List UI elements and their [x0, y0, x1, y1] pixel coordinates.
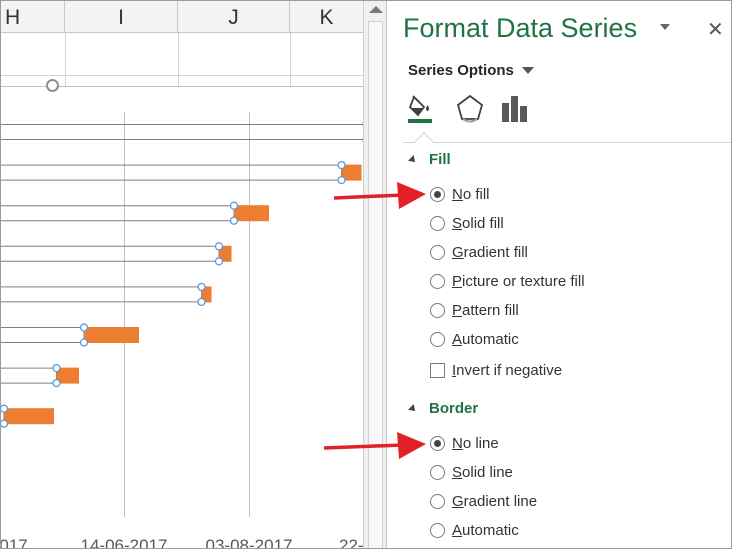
option-label: o line — [462, 435, 499, 452]
vertical-scrollbar[interactable] — [363, 1, 387, 548]
radio-button[interactable] — [430, 436, 445, 451]
chart-resize-handle[interactable] — [46, 79, 59, 92]
option-label: o fill — [462, 186, 490, 203]
automatic-fill-radio[interactable]: Automatic — [430, 331, 519, 348]
solid-fill-radio[interactable]: Solid fill — [430, 215, 504, 232]
excel-window: H I J K -2017 14-06-2017 03-08-2017 22-0 Fo… — [0, 0, 732, 549]
access-key: G — [452, 493, 464, 510]
option-label: icture or texture fill — [462, 273, 585, 290]
collapse-triangle-icon — [408, 403, 418, 414]
close-icon[interactable]: ✕ — [707, 17, 724, 42]
column-header-row: H I J K — [1, 1, 363, 33]
checkbox[interactable] — [430, 363, 445, 378]
x-tick-label: -2017 — [1, 536, 28, 549]
radio-button[interactable] — [430, 245, 445, 260]
selection-handle — [214, 257, 224, 266]
selection-handle — [52, 363, 61, 373]
option-label: olid line — [462, 464, 513, 481]
fill-line-icon[interactable] — [406, 93, 438, 125]
access-key: A — [452, 331, 463, 348]
selection-handle — [79, 338, 89, 347]
no-line-radio[interactable]: No line — [430, 435, 499, 452]
invert-if-negative-checkbox[interactable]: Invert if negative — [430, 362, 562, 379]
x-tick-label: 22-0 — [339, 536, 363, 549]
series-options-dropdown[interactable]: Series Options — [408, 62, 534, 79]
active-tab-indicator — [414, 132, 434, 152]
x-tick-label: 14-06-2017 — [81, 536, 168, 549]
gantt-bar[interactable] — [4, 408, 54, 425]
radio-button[interactable] — [430, 523, 445, 538]
automatic-line-radio[interactable]: Automatic — [430, 522, 519, 539]
column-header-i[interactable]: I — [65, 1, 178, 33]
selection-handle — [52, 378, 61, 388]
fill-heading: Fill — [429, 151, 451, 168]
pane-title: Format Data Series — [403, 13, 638, 43]
tab-divider — [403, 142, 731, 143]
selection-handle — [214, 242, 224, 251]
border-section-toggle[interactable]: Border — [408, 400, 479, 417]
option-label: nvert if negative — [456, 362, 563, 379]
access-key: G — [452, 244, 464, 261]
radio-button[interactable] — [430, 332, 445, 347]
option-label: utomatic — [462, 331, 519, 348]
access-key: P — [452, 302, 463, 319]
selection-handle — [229, 201, 239, 210]
selection-handle — [1, 419, 9, 428]
radio-button[interactable] — [430, 465, 445, 480]
chevron-down-icon — [521, 67, 534, 74]
scrollbar-thumb[interactable] — [368, 21, 383, 548]
column-header-h[interactable]: H — [1, 1, 65, 33]
option-label: radient fill — [463, 244, 528, 261]
access-key: N — [452, 186, 463, 203]
picture-texture-fill-radio[interactable]: Picture or texture fill — [430, 273, 585, 290]
effects-icon[interactable] — [454, 93, 486, 125]
selection-handle — [197, 297, 206, 307]
selection-handle — [197, 282, 206, 292]
solid-line-radio[interactable]: Solid line — [430, 464, 513, 481]
access-key: N — [452, 435, 463, 452]
column-header-j[interactable]: J — [178, 1, 290, 33]
gantt-bar[interactable] — [234, 205, 269, 222]
radio-button[interactable] — [430, 216, 445, 231]
access-key: P — [452, 273, 463, 290]
access-key: S — [452, 215, 463, 232]
gantt-bar[interactable] — [84, 327, 139, 343]
selection-handle — [229, 216, 239, 225]
x-tick-label: 03-08-2017 — [206, 536, 293, 549]
selection-handle — [337, 175, 346, 185]
access-key: A — [452, 522, 463, 539]
column-header-k[interactable]: K — [290, 1, 363, 33]
border-heading: Border — [429, 400, 479, 417]
format-data-series-pane: Format Data Series ✕ Series Options Fill… — [387, 1, 731, 548]
pane-options-dropdown-icon[interactable] — [660, 24, 670, 30]
option-label: olid fill — [462, 215, 504, 232]
series-options-icon[interactable] — [499, 93, 531, 125]
gradient-fill-radio[interactable]: Gradient fill — [430, 244, 528, 261]
option-label: radient line — [463, 493, 538, 510]
radio-button[interactable] — [430, 494, 445, 509]
radio-button[interactable] — [430, 303, 445, 318]
collapse-triangle-icon — [408, 154, 418, 165]
selection-handle — [1, 404, 9, 413]
selection-handle — [79, 323, 89, 332]
gantt-chart-plot[interactable]: -2017 14-06-2017 03-08-2017 22-0 — [1, 87, 375, 549]
gradient-line-radio[interactable]: Gradient line — [430, 493, 537, 510]
radio-button[interactable] — [430, 274, 445, 289]
gantt-chart[interactable]: -2017 14-06-2017 03-08-2017 22-0 — [1, 86, 375, 549]
no-fill-radio[interactable]: No fill — [430, 186, 490, 203]
option-label: utomatic — [462, 522, 519, 539]
selection-handle — [337, 160, 346, 170]
access-key: S — [452, 464, 463, 481]
scroll-up-icon[interactable] — [369, 6, 383, 13]
pattern-fill-radio[interactable]: Pattern fill — [430, 302, 519, 319]
series-options-label: Series Options — [408, 62, 514, 79]
radio-button[interactable] — [430, 187, 445, 202]
option-label: attern fill — [462, 302, 519, 319]
fill-section-toggle[interactable]: Fill — [408, 151, 451, 168]
